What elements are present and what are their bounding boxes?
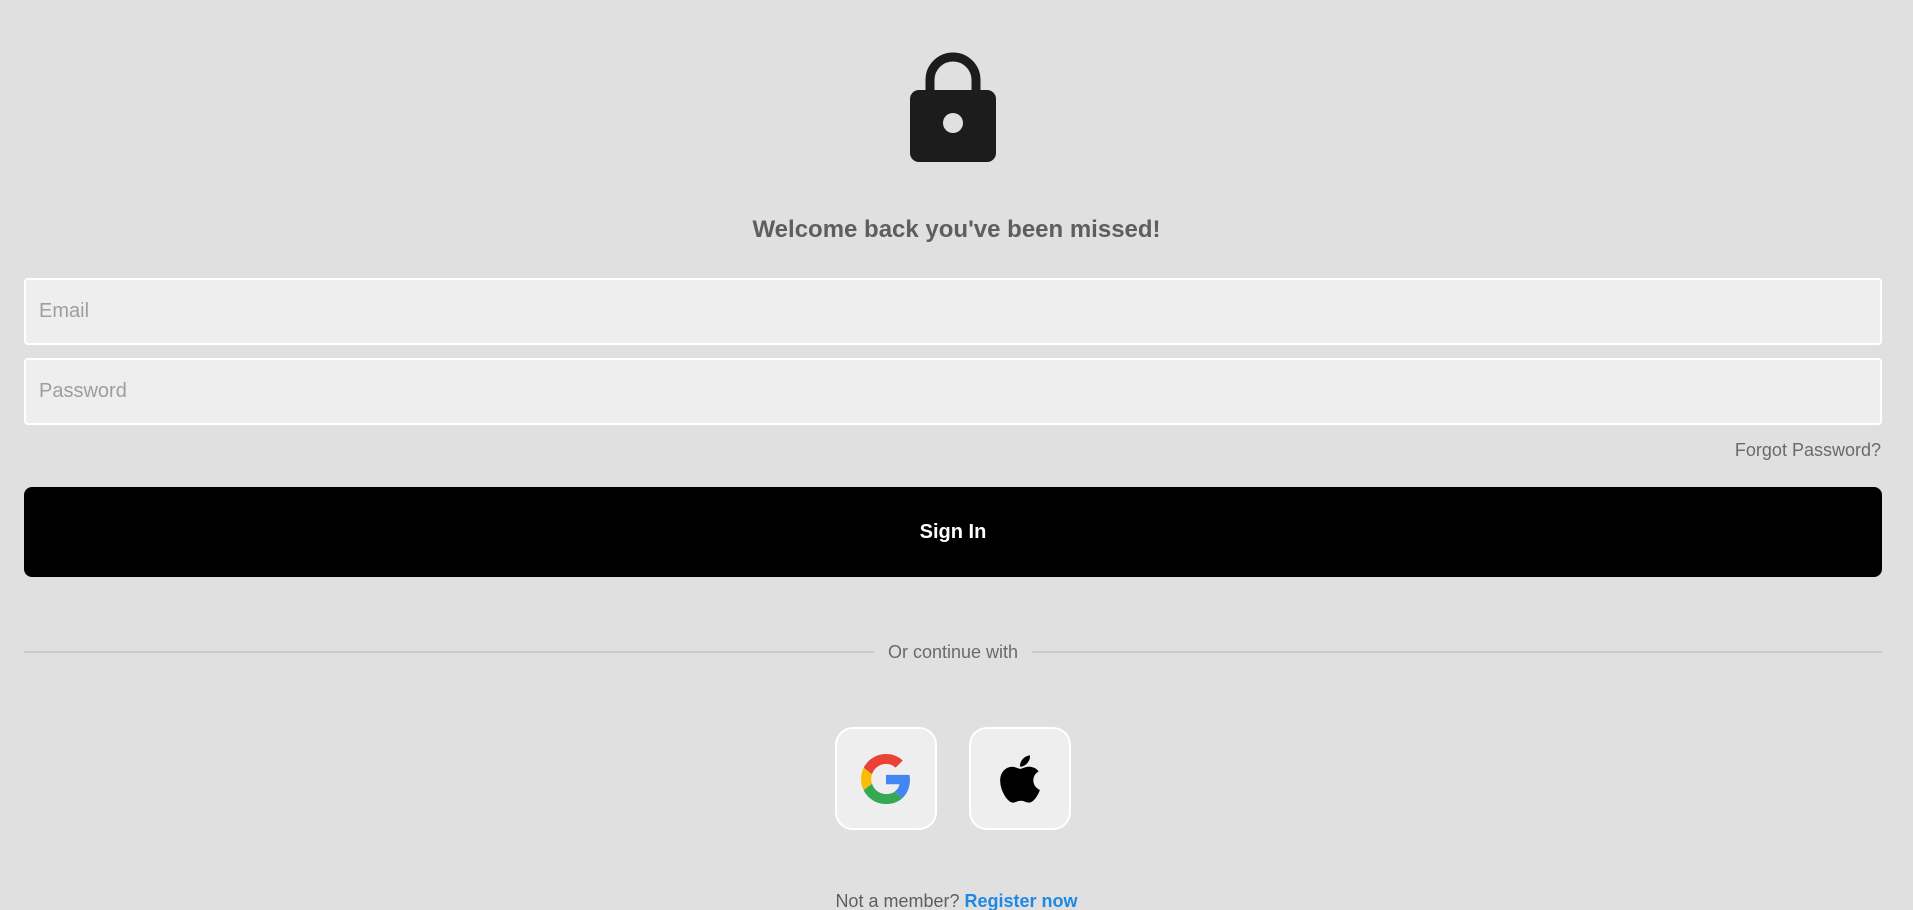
lock-icon <box>910 52 996 162</box>
apple-sign-in-button[interactable] <box>969 727 1071 830</box>
register-prompt-text: Not a member? <box>835 891 960 910</box>
register-link[interactable]: Register now <box>965 891 1078 910</box>
divider-text: Or continue with <box>887 641 1019 662</box>
password-field[interactable] <box>24 358 1882 425</box>
google-icon <box>861 753 910 804</box>
forgot-password-link[interactable]: Forgot Password? <box>1735 440 1881 461</box>
sign-in-button[interactable]: Sign In <box>24 487 1882 577</box>
apple-icon <box>1000 754 1040 803</box>
divider-line-left <box>24 651 874 653</box>
divider-line-right <box>1032 651 1882 653</box>
email-field[interactable] <box>24 278 1882 345</box>
divider: Or continue with <box>24 640 1882 664</box>
login-page: Welcome back you've been missed! Forgot … <box>0 0 1913 910</box>
register-prompt: Not a member? Register now <box>0 891 1913 910</box>
page-title: Welcome back you've been missed! <box>752 216 1161 243</box>
google-sign-in-button[interactable] <box>835 727 937 830</box>
